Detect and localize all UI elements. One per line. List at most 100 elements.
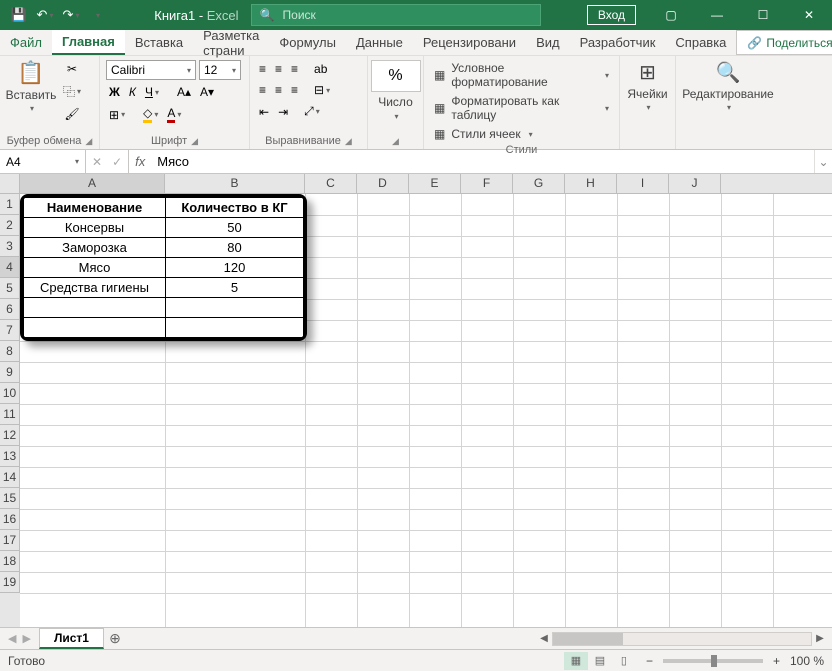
tab-home[interactable]: Главная (52, 30, 125, 55)
minimize-icon[interactable]: — (694, 0, 740, 30)
row-header[interactable]: 8 (0, 341, 20, 362)
merge-cells-icon[interactable]: ⊟▾ (311, 81, 333, 99)
align-center-icon[interactable]: ≡ (272, 81, 285, 99)
tab-page-layout[interactable]: Разметка страни (193, 30, 269, 55)
cell-styles-button[interactable]: ▦Стили ячеек▾ (430, 126, 537, 142)
row-header[interactable]: 18 (0, 551, 20, 572)
row-header[interactable]: 7 (0, 320, 20, 341)
copy-icon[interactable]: ⿻▾ (60, 81, 84, 102)
horizontal-scrollbar[interactable]: ◀ ▶ (532, 628, 832, 649)
page-layout-view-icon[interactable]: ▤ (588, 652, 612, 670)
column-header[interactable]: H (565, 174, 617, 193)
row-header[interactable]: 1 (0, 194, 20, 215)
row-header[interactable]: 13 (0, 446, 20, 467)
align-right-icon[interactable]: ≡ (288, 81, 301, 99)
zoom-level[interactable]: 100 % (790, 654, 824, 668)
cut-icon[interactable]: ✂ (60, 60, 84, 78)
tab-insert[interactable]: Вставка (125, 30, 193, 55)
table-cell[interactable]: Мясо (24, 258, 166, 278)
tab-help[interactable]: Справка (665, 30, 736, 55)
row-header[interactable]: 3 (0, 236, 20, 257)
formula-input[interactable]: Мясо (151, 150, 814, 173)
font-size-select[interactable]: 12▾ (199, 60, 241, 80)
search-input[interactable]: 🔍 Поиск (251, 4, 541, 26)
font-name-select[interactable]: Calibri▾ (106, 60, 196, 80)
row-header[interactable]: 2 (0, 215, 20, 236)
decrease-indent-icon[interactable]: ⇤ (256, 103, 272, 121)
scroll-right-icon[interactable]: ▶ (812, 633, 828, 644)
table-cell[interactable]: 50 (166, 218, 304, 238)
scroll-thumb[interactable] (553, 633, 623, 645)
sheet-nav-next-icon[interactable]: ▶ (22, 632, 30, 645)
font-color-button[interactable]: A▾ (164, 104, 184, 125)
table-cell[interactable] (24, 298, 166, 318)
select-all-corner[interactable] (0, 174, 20, 193)
column-header[interactable]: G (513, 174, 565, 193)
close-icon[interactable]: ✕ (786, 0, 832, 30)
italic-button[interactable]: К (126, 83, 139, 101)
tab-developer[interactable]: Разработчик (570, 30, 666, 55)
fill-color-button[interactable]: ◇▾ (140, 104, 161, 125)
undo-icon[interactable]: ↶▾ (34, 4, 56, 26)
maximize-icon[interactable]: ☐ (740, 0, 786, 30)
zoom-slider[interactable] (663, 659, 763, 663)
column-header[interactable]: B (165, 174, 305, 193)
tab-view[interactable]: Вид (526, 30, 570, 55)
add-sheet-button[interactable]: ⊕ (104, 628, 126, 649)
cells-button[interactable]: ⊞ Ячейки ▾ (623, 60, 673, 112)
sheet-nav-prev-icon[interactable]: ◀ (8, 632, 16, 645)
zoom-in-icon[interactable]: + (773, 654, 780, 668)
underline-button[interactable]: Ч▾ (142, 83, 162, 101)
align-top-icon[interactable]: ≡ (256, 60, 269, 78)
column-header[interactable]: I (617, 174, 669, 193)
normal-view-icon[interactable]: ▦ (564, 652, 588, 670)
align-left-icon[interactable]: ≡ (256, 81, 269, 99)
scroll-left-icon[interactable]: ◀ (536, 633, 552, 644)
column-header[interactable]: D (357, 174, 409, 193)
table-cell[interactable] (24, 318, 166, 338)
align-bottom-icon[interactable]: ≡ (288, 60, 301, 78)
enter-formula-icon[interactable]: ✓ (112, 155, 122, 169)
table-cell[interactable]: 5 (166, 278, 304, 298)
zoom-out-icon[interactable]: − (646, 654, 653, 668)
row-header[interactable]: 6 (0, 299, 20, 320)
table-cell[interactable] (166, 298, 304, 318)
paste-button[interactable]: 📋 Вставить ▾ (6, 60, 56, 113)
row-header[interactable]: 10 (0, 383, 20, 404)
page-break-view-icon[interactable]: ▯ (612, 652, 636, 670)
shrink-font-icon[interactable]: A▾ (197, 83, 217, 101)
row-header[interactable]: 17 (0, 530, 20, 551)
table-header[interactable]: Количество в КГ (166, 198, 304, 218)
number-format-button[interactable]: % (371, 60, 421, 92)
table-cell[interactable]: 120 (166, 258, 304, 278)
conditional-formatting-button[interactable]: ▦Условное форматирование▾ (430, 60, 613, 90)
dialog-launcher-icon[interactable]: ◢ (191, 136, 198, 147)
row-header[interactable]: 16 (0, 509, 20, 530)
signin-button[interactable]: Вход (587, 5, 636, 25)
borders-button[interactable]: ⊞▾ (106, 106, 128, 124)
increase-indent-icon[interactable]: ⇥ (275, 103, 291, 121)
save-icon[interactable]: 💾 (8, 4, 30, 26)
chevron-down-icon[interactable]: ▾ (75, 157, 79, 166)
row-header[interactable]: 9 (0, 362, 20, 383)
ribbon-display-icon[interactable]: ▢ (648, 0, 694, 30)
tab-data[interactable]: Данные (346, 30, 413, 55)
align-middle-icon[interactable]: ≡ (272, 60, 285, 78)
sheet-tab[interactable]: Лист1 (39, 628, 104, 649)
row-header[interactable]: 4 (0, 257, 20, 278)
row-header[interactable]: 19 (0, 572, 20, 593)
table-cell[interactable]: 80 (166, 238, 304, 258)
column-header[interactable]: E (409, 174, 461, 193)
fx-icon[interactable]: fx (129, 150, 151, 173)
wrap-text-icon[interactable]: ab (311, 60, 330, 78)
tab-review[interactable]: Рецензировани (413, 30, 526, 55)
format-painter-icon[interactable]: 🖌 (60, 105, 84, 123)
redo-icon[interactable]: ↷▾ (60, 4, 82, 26)
cells-area[interactable]: Наименование Количество в КГ Консервы50 … (20, 194, 832, 627)
share-button[interactable]: 🔗 Поделиться (736, 30, 832, 55)
editing-button[interactable]: 🔍 Редактирование ▾ (683, 60, 773, 112)
row-header[interactable]: 11 (0, 404, 20, 425)
format-as-table-button[interactable]: ▦Форматировать как таблицу▾ (430, 93, 613, 123)
bold-button[interactable]: Ж (106, 83, 123, 101)
column-header[interactable]: J (669, 174, 721, 193)
